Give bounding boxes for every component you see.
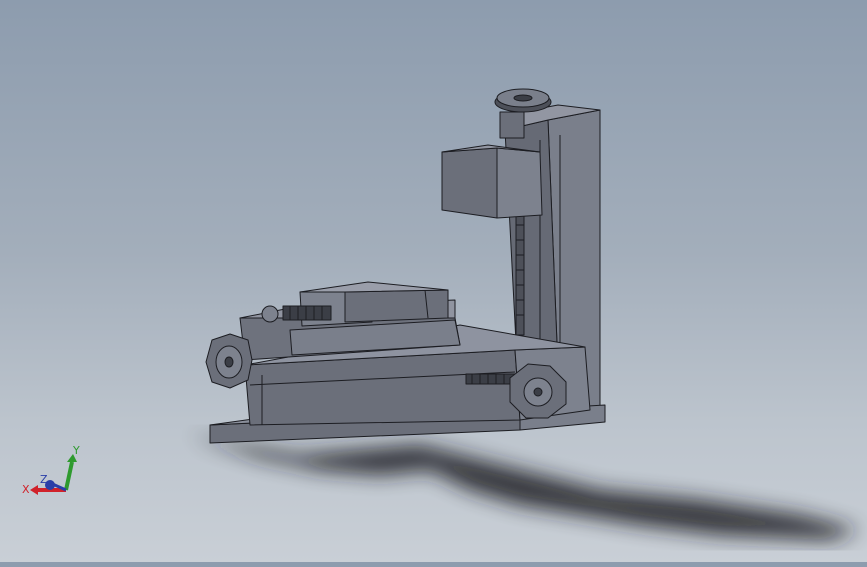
3d-viewport[interactable] <box>0 0 867 562</box>
y-lead-screw <box>261 305 332 323</box>
y-axis-icon <box>64 461 74 491</box>
y-handwheel <box>205 333 253 389</box>
spindle-head <box>441 144 543 219</box>
column-lead-screw <box>515 214 525 336</box>
model-render <box>190 88 860 540</box>
x-axis-label: X <box>22 483 30 496</box>
z-axis-label: Z <box>40 473 48 486</box>
model-shadow <box>190 435 860 540</box>
y-axis-label: Y <box>72 444 80 457</box>
axis-triad: Y X Z <box>14 440 84 502</box>
